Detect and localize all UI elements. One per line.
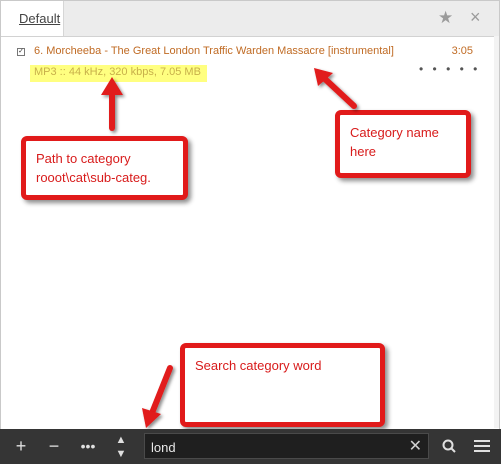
- menu-icon[interactable]: [469, 429, 495, 464]
- tab-default[interactable]: Default: [1, 1, 64, 36]
- checkbox-icon[interactable]: ✓: [17, 48, 25, 56]
- track-title: 6. Morcheeba - The Great London Traffic …: [34, 45, 394, 57]
- rating-dots[interactable]: • • • • •: [419, 62, 480, 76]
- star-icon[interactable]: ★: [438, 8, 453, 28]
- sort-icon[interactable]: ▲ ▼: [108, 429, 134, 464]
- callout-category-text: Category name here: [350, 125, 439, 159]
- track-row[interactable]: ✓ 6. Morcheeba - The Great London Traffi…: [17, 44, 477, 62]
- callout-search-text: Search category word: [195, 358, 322, 373]
- callout-search: Search category word: [180, 343, 385, 427]
- tab-bar: Default ★ ×: [1, 1, 499, 37]
- track-info-highlight: MP3 :: 44 kHz, 320 kbps, 7.05 MB: [30, 65, 207, 82]
- close-icon[interactable]: ×: [470, 7, 481, 28]
- clear-icon[interactable]: ✕: [409, 436, 422, 456]
- track-info: MP3 :: 44 kHz, 320 kbps, 7.05 MB: [34, 66, 201, 78]
- search-box: ✕: [144, 433, 429, 459]
- scrollbar[interactable]: [494, 36, 499, 428]
- callout-path: Path to category rooot\cat\sub-categ.: [21, 136, 188, 200]
- search-input[interactable]: [149, 436, 403, 458]
- plus-icon[interactable]: +: [8, 429, 34, 464]
- minus-icon[interactable]: −: [41, 429, 67, 464]
- search-icon[interactable]: [436, 429, 462, 464]
- tab-label: Default: [19, 11, 61, 26]
- callout-path-text: Path to category rooot\cat\sub-categ.: [36, 151, 151, 185]
- more-icon[interactable]: •••: [75, 429, 101, 464]
- callout-category: Category name here: [335, 110, 471, 178]
- track-duration: 3:05: [451, 45, 473, 57]
